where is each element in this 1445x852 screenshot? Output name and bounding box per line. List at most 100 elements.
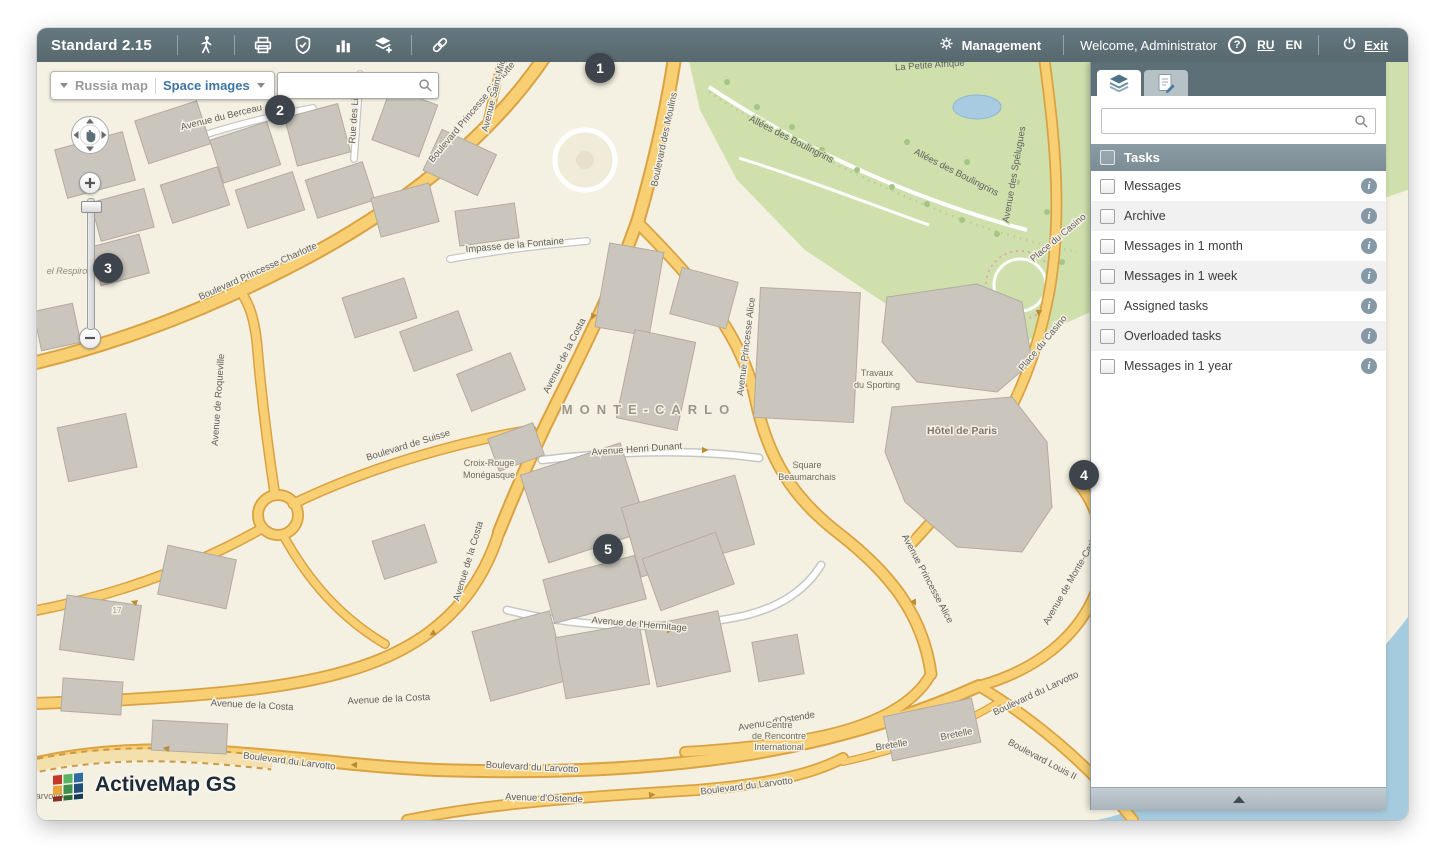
task-label: Messages in 1 month	[1124, 239, 1243, 253]
task-checkbox[interactable]	[1100, 239, 1115, 254]
map-label-hotel-de-paris: Hôtel de Paris	[927, 425, 997, 437]
task-label: Messages	[1124, 179, 1181, 193]
reports-icon[interactable]	[286, 31, 320, 59]
map-search-input[interactable]	[278, 73, 418, 98]
gear-icon	[938, 35, 955, 55]
task-row-archive[interactable]: Archive i	[1091, 201, 1386, 231]
info-icon[interactable]: i	[1361, 298, 1377, 314]
callout-badge-3: 3	[93, 253, 123, 283]
callout-badge-1: 1	[585, 53, 615, 83]
exit-label: Exit	[1364, 38, 1388, 53]
activemap-logo-text: ActiveMap GS	[95, 773, 236, 797]
map-label-centre-3: International	[754, 742, 804, 752]
task-checkbox[interactable]	[1100, 269, 1115, 284]
toolbar-right-group: Management Welcome, Administrator ? RU E…	[932, 34, 1394, 56]
toolbar-separator	[411, 35, 412, 55]
park-pond	[953, 95, 1001, 119]
task-label: Messages in 1 year	[1124, 359, 1232, 373]
info-icon[interactable]: i	[1361, 268, 1377, 284]
management-label: Management	[962, 38, 1041, 53]
callout-badge-5: 5	[593, 534, 623, 564]
task-label: Archive	[1124, 209, 1166, 223]
callout-badge-2: 2	[265, 95, 295, 125]
panel-empty-area	[1091, 381, 1386, 787]
lang-en-link[interactable]: EN	[1285, 38, 1302, 52]
task-checkbox[interactable]	[1100, 329, 1115, 344]
circular-plaza	[555, 130, 615, 190]
overlay-layer-selector[interactable]: Space images	[163, 78, 250, 93]
tab-legend[interactable]	[1144, 70, 1188, 96]
map-label-croix-rouge-1: Croix-Rouge	[464, 458, 515, 468]
chevron-down-icon[interactable]	[257, 83, 265, 92]
map-label-monte-carlo: MONTE-CARLO	[562, 402, 737, 417]
task-row-messages-1-month[interactable]: Messages in 1 month i	[1091, 231, 1386, 261]
chevron-up-icon	[1233, 790, 1245, 803]
map-label-square-1: Square	[792, 460, 821, 470]
task-checkbox[interactable]	[1100, 359, 1115, 374]
switcher-divider	[155, 78, 156, 94]
bar-chart-icon[interactable]	[326, 31, 360, 59]
map-label-17: 17	[113, 606, 122, 615]
panel-collapse-button[interactable]	[1091, 787, 1386, 810]
chevron-down-icon[interactable]	[60, 83, 68, 92]
printer-icon[interactable]	[246, 31, 280, 59]
activemap-logo-icon	[51, 768, 87, 802]
pan-control[interactable]	[70, 115, 110, 155]
map-label-centre-1: Centre	[765, 720, 792, 730]
tasks-group-label: Tasks	[1124, 150, 1160, 165]
task-row-overloaded-tasks[interactable]: Overloaded tasks i	[1091, 321, 1386, 351]
toolbar-separator	[234, 35, 235, 55]
map-label-travaux-2: du Sporting	[854, 380, 900, 390]
help-icon[interactable]: ?	[1228, 36, 1246, 54]
task-row-assigned-tasks[interactable]: Assigned tasks i	[1091, 291, 1386, 321]
add-layer-icon[interactable]	[366, 31, 400, 59]
map-label-respiro: el Respiro	[47, 266, 88, 276]
welcome-text: Welcome, Administrator	[1080, 38, 1217, 53]
map-label-travaux-1: Travaux	[861, 368, 894, 378]
task-label: Overloaded tasks	[1124, 329, 1221, 343]
task-row-messages-1-year[interactable]: Messages in 1 year i	[1091, 351, 1386, 381]
map-search-box	[277, 72, 439, 99]
panel-search-input[interactable]	[1101, 108, 1376, 134]
layers-panel: Tasks Messages i Archive i Messages in 1…	[1090, 62, 1386, 810]
top-toolbar: Standard 2.15 Management	[37, 28, 1408, 62]
map-label-croix-rouge-2: Monégasque	[463, 470, 515, 480]
search-icon[interactable]	[1354, 114, 1369, 134]
task-row-messages[interactable]: Messages i	[1091, 171, 1386, 201]
tasks-group-checkbox[interactable]	[1100, 150, 1115, 165]
base-layer-selector[interactable]: Russia map	[75, 78, 148, 93]
info-icon[interactable]: i	[1361, 208, 1377, 224]
legend-icon	[1154, 71, 1178, 95]
power-icon	[1341, 35, 1358, 55]
zoom-out-button[interactable]	[79, 327, 101, 349]
app-window: Standard 2.15 Management	[37, 28, 1408, 820]
info-icon[interactable]: i	[1361, 238, 1377, 254]
activemap-logo: ActiveMap GS	[51, 768, 236, 802]
lang-ru-link[interactable]: RU	[1257, 38, 1274, 52]
info-icon[interactable]: i	[1361, 328, 1377, 344]
tasks-group-header[interactable]: Tasks	[1091, 144, 1386, 171]
callout-badge-4: 4	[1069, 460, 1099, 490]
task-checkbox[interactable]	[1100, 179, 1115, 194]
task-row-messages-1-week[interactable]: Messages in 1 week i	[1091, 261, 1386, 291]
app-title: Standard 2.15	[51, 37, 152, 54]
panel-tabs	[1091, 62, 1386, 96]
zoom-slider-handle[interactable]	[81, 201, 102, 213]
zoom-in-button[interactable]	[79, 172, 101, 194]
link-icon[interactable]	[423, 31, 457, 59]
task-checkbox[interactable]	[1100, 299, 1115, 314]
toolbar-separator	[1063, 35, 1064, 55]
task-label: Messages in 1 week	[1124, 269, 1237, 283]
info-icon[interactable]: i	[1361, 358, 1377, 374]
toolbar-separator	[1318, 35, 1319, 55]
person-route-icon[interactable]	[189, 31, 223, 59]
search-icon[interactable]	[418, 78, 433, 93]
tab-layers[interactable]	[1097, 70, 1141, 96]
task-checkbox[interactable]	[1100, 209, 1115, 224]
map-label-centre-2: de Rencontre	[752, 731, 806, 741]
management-button[interactable]: Management	[932, 34, 1047, 56]
layer-switcher: Russia map Space images	[50, 71, 275, 100]
info-icon[interactable]: i	[1361, 178, 1377, 194]
exit-button[interactable]: Exit	[1335, 34, 1394, 56]
map-label-square-2: Beaumarchais	[778, 472, 836, 482]
